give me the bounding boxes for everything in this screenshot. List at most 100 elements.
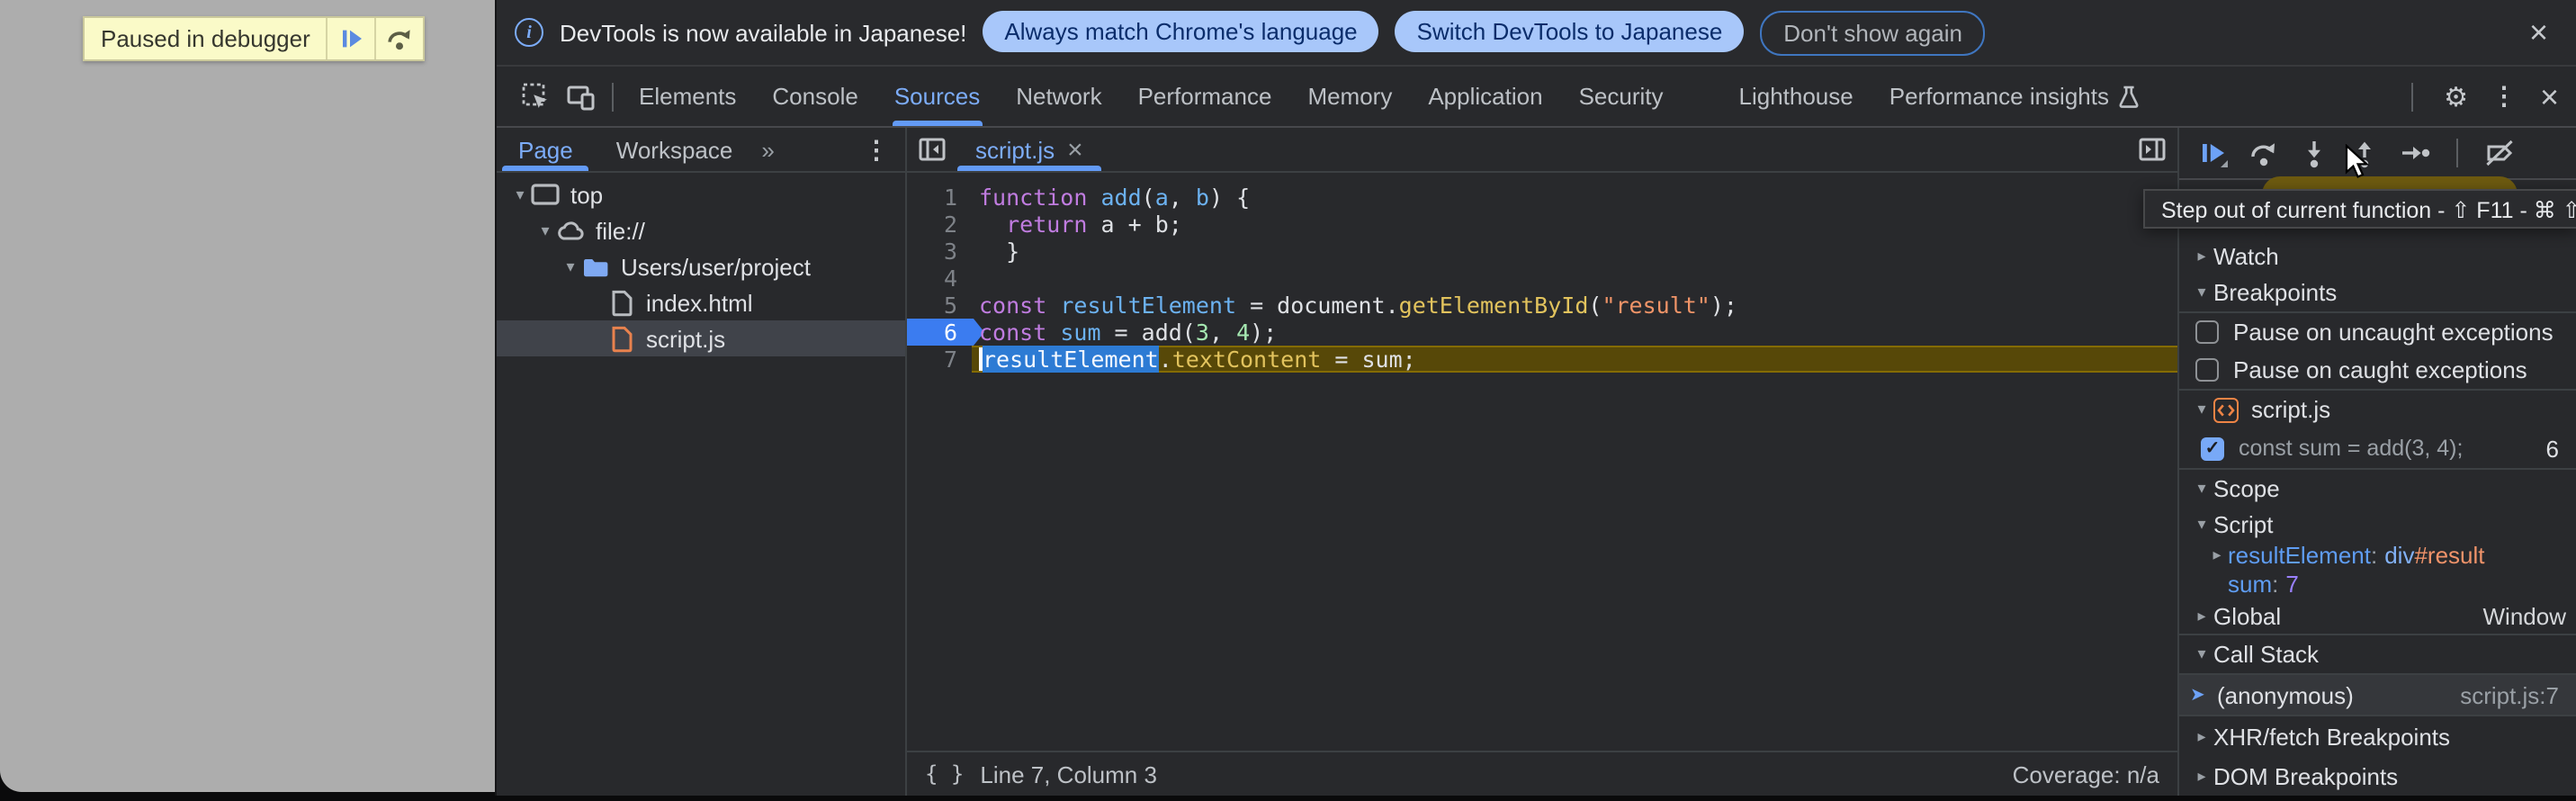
section-scope[interactable]: ▾ Scope: [2179, 469, 2576, 507]
breakpoint-file-group[interactable]: ▾ script.js: [2179, 391, 2576, 430]
disclosure-triangle-icon[interactable]: ▾: [560, 256, 581, 276]
code-line-3[interactable]: 3 }: [907, 238, 2177, 265]
infobar-action-button[interactable]: Switch DevTools to Japanese: [1396, 10, 1745, 51]
tree-item-file-[interactable]: ▾ file://: [497, 212, 905, 248]
infobar-action-button[interactable]: Always match Chrome's language: [983, 10, 1378, 51]
step-into-button[interactable]: [2298, 137, 2330, 169]
code-token: .: [1159, 346, 1172, 373]
tree-item-label: Users/user/project: [621, 253, 811, 280]
line-number[interactable]: 7: [907, 346, 972, 373]
colon: :: [2272, 571, 2278, 598]
settings-gear-icon[interactable]: ⚙: [2444, 80, 2468, 112]
section-watch[interactable]: ▸ Watch: [2179, 239, 2576, 275]
tab-elements[interactable]: Elements: [621, 67, 754, 126]
global-label: Global: [2213, 603, 2281, 630]
inspect-element-button[interactable]: [511, 67, 558, 126]
breakpoint-entry[interactable]: ✓ const sum = add(3, 4); 6: [2179, 429, 2576, 467]
tab-memory[interactable]: Memory: [1289, 67, 1410, 126]
code-line-5[interactable]: 5const resultElement = document.getEleme…: [907, 292, 2177, 319]
code-line-2[interactable]: 2 return a + b;: [907, 211, 2177, 238]
editor-tab-scriptjs[interactable]: script.js ×: [957, 128, 1101, 171]
language-infobar: i DevTools is now available in Japanese!…: [497, 0, 2576, 67]
code-token: [1046, 292, 1060, 319]
var-value-id: #result: [2414, 542, 2484, 569]
code-token: b: [1196, 184, 1209, 211]
step-over-button[interactable]: [2248, 137, 2280, 169]
step-over-icon: [2248, 137, 2280, 169]
tree-item-label: script.js: [646, 325, 725, 352]
more-tabs-chevron[interactable]: »: [754, 128, 781, 171]
step-button[interactable]: [2399, 137, 2431, 169]
step-over-banner-button[interactable]: [377, 18, 424, 59]
checkbox-checked[interactable]: ✓: [2201, 436, 2224, 460]
flask-icon: [2118, 84, 2140, 109]
section-dom-breakpoints[interactable]: ▸ DOM Breakpoints: [2179, 756, 2576, 796]
tab-network[interactable]: Network: [998, 67, 1119, 126]
tree-item-index-html[interactable]: index.html: [497, 284, 905, 320]
line-number[interactable]: 4: [907, 265, 972, 292]
section-xhr-breakpoints[interactable]: ▸ XHR/fetch Breakpoints: [2179, 716, 2576, 756]
line-number[interactable]: 1: [907, 184, 972, 211]
disclosure-triangle-icon[interactable]: ▾: [509, 184, 531, 204]
tree-item-label: file://: [596, 217, 645, 244]
devtools-close-icon[interactable]: ×: [2540, 80, 2559, 112]
tab-console[interactable]: Console: [754, 67, 875, 126]
tab-workspace[interactable]: Workspace: [595, 128, 755, 171]
line-number[interactable]: 5: [907, 292, 972, 319]
tree-item-users-user-project[interactable]: ▾ Users/user/project: [497, 248, 905, 284]
tree-item-top[interactable]: ▾top: [497, 176, 905, 212]
checkbox-unchecked[interactable]: [2195, 358, 2219, 382]
code-token: );: [1710, 292, 1737, 319]
editor-tab-bar: script.js ×: [907, 128, 2177, 173]
scope-var-resultelement[interactable]: ▸ resultElement:div#result: [2179, 541, 2576, 570]
tab-performance[interactable]: Performance: [1120, 67, 1290, 126]
section-call-stack[interactable]: ▾ Call Stack: [2179, 636, 2576, 674]
tab-label: Performance insights: [1889, 83, 2109, 110]
deactivate-breakpoints-button[interactable]: [2483, 137, 2516, 169]
device-toolbar-toggle-button[interactable]: [558, 67, 605, 126]
more-options-kebab-icon[interactable]: ⋮: [2491, 81, 2517, 112]
code-line-4[interactable]: 4: [907, 265, 2177, 292]
section-breakpoints[interactable]: ▾ Breakpoints: [2179, 275, 2576, 311]
tab-label: Performance: [1138, 83, 1272, 110]
disclosure-triangle-icon[interactable]: ▾: [534, 220, 556, 240]
resume-button[interactable]: [2197, 137, 2230, 169]
infobar-action-button[interactable]: Don't show again: [1760, 10, 1986, 55]
code-line-7[interactable]: 7resultElement.textContent = sum;: [907, 346, 2177, 373]
tab-application[interactable]: Application: [1410, 67, 1560, 126]
scope-global-group[interactable]: ▸ Global Window: [2179, 598, 2576, 634]
hide-navigator-button[interactable]: [907, 128, 957, 171]
tab-sources[interactable]: Sources: [876, 67, 998, 126]
tree-item-script-js[interactable]: script.js: [497, 320, 905, 356]
line-number[interactable]: 3: [907, 238, 972, 265]
code-line-1[interactable]: 1function add(a, b) {: [907, 184, 2177, 211]
pause-uncaught-row[interactable]: Pause on uncaught exceptions: [2179, 313, 2576, 351]
pretty-print-icon[interactable]: { }: [925, 761, 964, 787]
code-line-text: }: [972, 238, 1019, 265]
infobar-close-icon[interactable]: ×: [2518, 16, 2559, 49]
tab-lighthouse[interactable]: Lighthouse: [1721, 67, 1871, 126]
line-number[interactable]: 6: [907, 319, 972, 346]
code-line-6[interactable]: 6const sum = add(3, 4);: [907, 319, 2177, 346]
code-token: a: [1155, 184, 1169, 211]
scope-script-group[interactable]: ▾ Script: [2179, 507, 2576, 541]
tab-page[interactable]: Page: [497, 128, 595, 171]
sources-panel: Page Workspace » ⋮ ▾top▾file://▾Users/us…: [497, 128, 2576, 796]
navigator-kebab-icon[interactable]: ⋮: [864, 128, 905, 171]
scope-var-sum[interactable]: sum:7: [2179, 570, 2576, 598]
disclosure-triangle-icon: ▾: [2190, 645, 2213, 665]
disclosure-triangle-icon: ▸: [2206, 545, 2228, 565]
show-debugger-sidebar-button[interactable]: [2127, 128, 2177, 171]
checkbox-unchecked[interactable]: [2195, 320, 2219, 344]
call-stack-frame[interactable]: ➤ (anonymous) script.js:7: [2179, 676, 2576, 716]
line-number[interactable]: 2: [907, 211, 972, 238]
editor-pane: script.js × 1function add(a, b) {2 retur…: [907, 128, 2179, 796]
call-stack-label: Call Stack: [2213, 642, 2319, 669]
code-editor[interactable]: 1function add(a, b) {2 return a + b;3 }4…: [907, 173, 2177, 751]
tab-performance-insights[interactable]: Performance insights: [1871, 67, 2158, 126]
tab-security[interactable]: Security: [1561, 67, 1682, 126]
pause-caught-row[interactable]: Pause on caught exceptions: [2179, 351, 2576, 389]
resume-script-button[interactable]: [328, 18, 375, 59]
tab-close-icon[interactable]: ×: [1067, 136, 1083, 163]
code-token: [979, 211, 1006, 238]
